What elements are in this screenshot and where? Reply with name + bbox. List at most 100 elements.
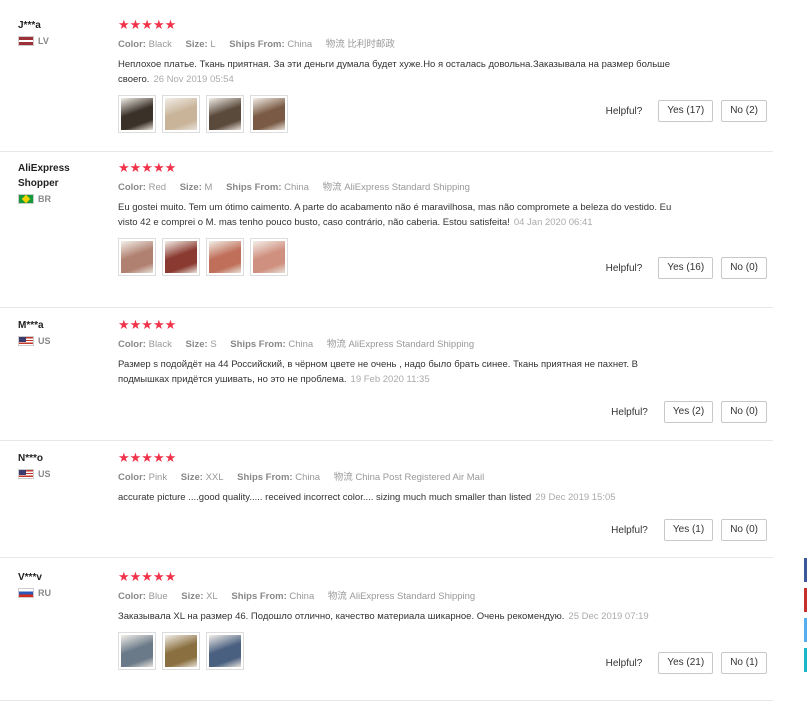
reviewer-country: US (18, 336, 108, 346)
review-text: accurate picture ....good quality..... r… (118, 492, 616, 503)
color-label: Color: (118, 591, 146, 602)
helpful-vote: Helpful? Yes (16) No (0) (606, 257, 767, 279)
rating-stars-icon: ★★★★★ (118, 450, 177, 465)
country-code: RU (38, 588, 51, 598)
review-photo[interactable] (206, 95, 244, 133)
review-content: ★★★★★ Color: Black Size: L Ships From: C… (118, 18, 678, 133)
review-photo[interactable] (162, 95, 200, 133)
reviewer-info: AliExpress Shopper BR (18, 161, 108, 204)
review-photos (118, 632, 678, 670)
review-date: 25 Dec 2019 07:19 (568, 611, 649, 622)
size-value: XL (206, 591, 218, 602)
logistics-value: 物流 AliExpress Standard Shipping (326, 339, 475, 350)
review-content: ★★★★★ Color: Red Size: M Ships From: Chi… (118, 161, 678, 276)
review-photo[interactable] (118, 238, 156, 276)
ships-from-value: China (284, 182, 309, 193)
review-photos (118, 238, 678, 276)
reviewer-name: V***v (18, 572, 42, 583)
rating-stars-icon: ★★★★★ (118, 317, 177, 332)
ships-from-label: Ships From: (231, 591, 287, 602)
helpful-yes-button[interactable]: Yes (1) (663, 519, 714, 541)
color-value: Blue (148, 591, 168, 602)
reviewer-country: RU (18, 588, 108, 598)
review-item: N***o US ★★★★★ Color: Pink Size: XXL Shi… (0, 451, 773, 558)
reviewer-country: LV (18, 36, 108, 46)
country-code: US (38, 336, 51, 346)
ships-from-value: China (288, 339, 314, 350)
reviewer-name: J***a (18, 20, 41, 31)
helpful-label: Helpful? (611, 406, 648, 418)
helpful-yes-button[interactable]: Yes (21) (658, 652, 714, 674)
rating-stars-icon: ★★★★★ (118, 160, 177, 175)
country-code: LV (38, 36, 49, 46)
helpful-label: Helpful? (611, 524, 648, 536)
helpful-vote: Helpful? Yes (21) No (1) (606, 652, 767, 674)
size-label: Size: (181, 591, 204, 602)
review-photo[interactable] (250, 95, 288, 133)
helpful-no-button[interactable]: No (1) (721, 652, 767, 674)
helpful-yes-button[interactable]: Yes (17) (658, 100, 714, 122)
helpful-no-button[interactable]: No (2) (721, 100, 767, 122)
helpful-no-button[interactable]: No (0) (721, 257, 767, 279)
ships-from-label: Ships From: (237, 472, 293, 483)
review-date: 26 Nov 2019 05:54 (153, 74, 234, 85)
ships-from-label: Ships From: (226, 182, 282, 193)
order-info: Color: Pink Size: XXL Ships From: China … (118, 471, 718, 484)
country-code: BR (38, 194, 51, 204)
size-label: Size: (185, 339, 208, 350)
ships-from-value: China (289, 591, 315, 602)
order-info: Color: Black Size: L Ships From: China 物… (118, 38, 678, 51)
helpful-label: Helpful? (605, 657, 643, 669)
review-photo[interactable] (118, 95, 156, 133)
review-photo[interactable] (250, 238, 288, 276)
rating-stars-icon: ★★★★★ (118, 569, 177, 584)
helpful-vote: Helpful? Yes (2) No (0) (611, 401, 767, 423)
review-content: ★★★★★ Color: Pink Size: XXL Ships From: … (118, 451, 718, 505)
helpful-no-button[interactable]: No (0) (721, 519, 767, 541)
color-value: Black (148, 39, 172, 50)
order-info: Color: Blue Size: XL Ships From: China 物… (118, 590, 678, 603)
review-content: ★★★★★ Color: Blue Size: XL Ships From: C… (118, 570, 678, 670)
review-photo[interactable] (162, 238, 200, 276)
review-text: Размер s подойдёт на 44 Российский, в чё… (118, 359, 638, 385)
reviewer-country: BR (18, 194, 108, 204)
order-info: Color: Red Size: M Ships From: China 物流 … (118, 181, 678, 194)
ships-from-value: China (287, 39, 313, 50)
flag-lv-icon (18, 36, 34, 46)
review-photo[interactable] (162, 632, 200, 670)
review-photo[interactable] (118, 632, 156, 670)
reviewer-info: J***a LV (18, 18, 108, 46)
review-photo[interactable] (206, 632, 244, 670)
flag-ru-icon (18, 588, 34, 598)
review-photo[interactable] (206, 238, 244, 276)
ships-from-value: China (295, 472, 321, 483)
size-value: S (210, 339, 217, 350)
order-info: Color: Black Size: S Ships From: China 物… (118, 338, 678, 351)
review-photos (118, 95, 678, 133)
size-value: XXL (205, 472, 224, 483)
size-value: M (204, 182, 213, 193)
logistics-value: 物流 China Post Registered Air Mail (333, 472, 485, 483)
country-code: US (38, 469, 51, 479)
flag-br-icon (18, 194, 34, 204)
review-item: AliExpress Shopper BR ★★★★★ Color: Red S… (0, 161, 773, 308)
rating-stars-icon: ★★★★★ (118, 17, 177, 32)
logistics-value: 物流 AliExpress Standard Shipping (327, 591, 476, 602)
size-value: L (210, 39, 216, 50)
helpful-yes-button[interactable]: Yes (2) (663, 401, 714, 423)
ships-from-label: Ships From: (229, 39, 285, 50)
reviewer-name: AliExpress Shopper (18, 163, 70, 189)
logistics-value: 物流 比利时邮政 (325, 39, 395, 50)
helpful-no-button[interactable]: No (0) (721, 401, 767, 423)
review-item: M***a US ★★★★★ Color: Black Size: S Ship… (0, 318, 773, 441)
color-value: Pink (148, 472, 168, 483)
reviewer-country: US (18, 469, 108, 479)
reviewer-info: M***a US (18, 318, 108, 346)
helpful-yes-button[interactable]: Yes (16) (658, 257, 714, 279)
color-label: Color: (118, 339, 146, 350)
review-text: Неплохое платье. Ткань приятная. За эти … (118, 59, 671, 85)
reviewer-info: V***v RU (18, 570, 108, 598)
helpful-vote: Helpful? Yes (1) No (0) (611, 519, 767, 541)
logistics-value: 物流 AliExpress Standard Shipping (322, 182, 470, 193)
review-content: ★★★★★ Color: Black Size: S Ships From: C… (118, 318, 678, 387)
